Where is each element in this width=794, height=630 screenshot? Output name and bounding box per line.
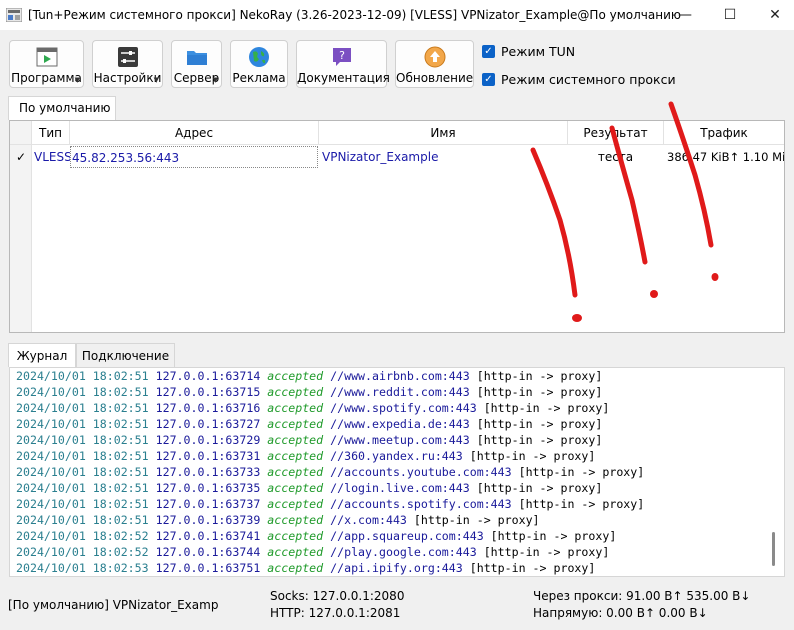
exclamation-stroke xyxy=(609,125,648,265)
exclamation-stroke xyxy=(530,147,578,298)
exclamation-stroke xyxy=(668,101,714,248)
exclamation-dot xyxy=(650,290,658,298)
annotation-exclamation-marks xyxy=(530,101,719,322)
exclamation-dot xyxy=(572,314,582,322)
exclamation-dot xyxy=(711,273,719,281)
